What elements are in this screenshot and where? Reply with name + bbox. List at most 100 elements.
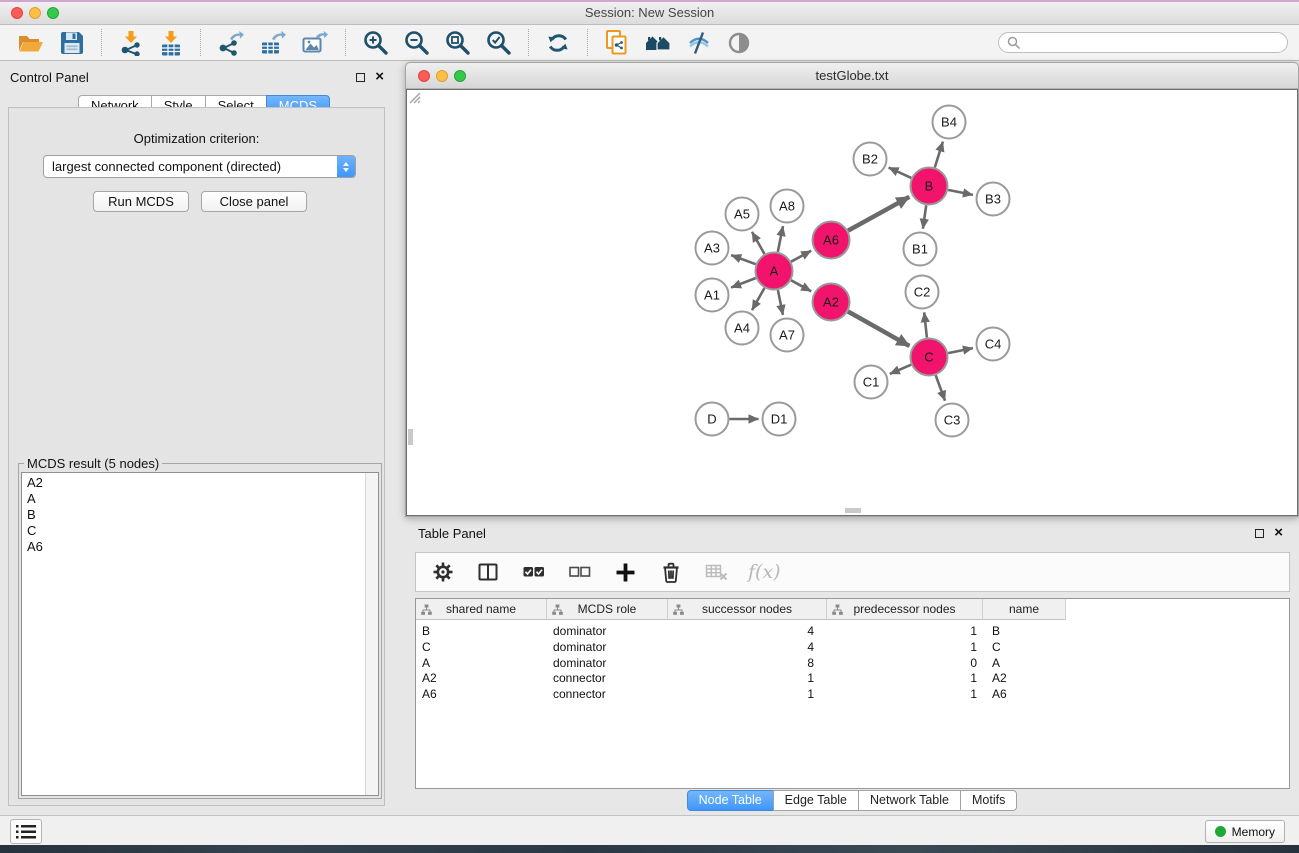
graph-edge-A2-C[interactable] <box>848 312 909 347</box>
graph-edge-A-A4[interactable] <box>752 288 765 310</box>
graph-node-B4[interactable]: B4 <box>933 106 966 139</box>
graph-edge-B-B3[interactable] <box>948 190 973 195</box>
minimize-window-button[interactable] <box>29 7 41 19</box>
table-cell[interactable]: 0 <box>827 656 983 672</box>
table-cell[interactable]: C <box>416 640 547 656</box>
column-header-predecessor-nodes[interactable]: predecessor nodes <box>827 599 983 620</box>
graph-node-A[interactable]: A <box>756 253 793 290</box>
graph-node-A1[interactable]: A1 <box>696 279 729 312</box>
table-cell[interactable]: dominator <box>547 640 668 656</box>
zoom-fit-button[interactable] <box>441 27 474 59</box>
table-cell[interactable]: connector <box>547 671 668 687</box>
delete-table-button[interactable] <box>702 556 731 588</box>
graph-edge-A-A1[interactable] <box>731 278 756 288</box>
table-cell[interactable]: A6 <box>416 687 547 703</box>
graph-node-A6[interactable]: A6 <box>813 222 850 259</box>
table-cell[interactable]: A2 <box>416 671 547 687</box>
table-cell[interactable]: A <box>416 656 547 672</box>
table-cell[interactable]: A6 <box>983 687 1066 703</box>
show-columns-button[interactable] <box>474 556 502 588</box>
graph-edge-A-A3[interactable] <box>731 255 756 264</box>
graph-node-C[interactable]: C <box>911 339 948 376</box>
graph-edge-C-C3[interactable] <box>936 375 945 400</box>
graph-node-D1[interactable]: D1 <box>763 403 796 436</box>
open-session-button[interactable] <box>14 27 48 59</box>
tab-network-table[interactable]: Network Table <box>858 790 961 811</box>
graph-node-B3[interactable]: B3 <box>977 183 1010 216</box>
result-scrollbar[interactable] <box>365 473 378 795</box>
table-cell[interactable]: 8 <box>668 656 827 672</box>
graph-node-C2[interactable]: C2 <box>906 276 939 309</box>
criterion-select[interactable]: largest connected component (directed) <box>43 155 356 178</box>
network-zoom-button[interactable] <box>454 70 466 82</box>
table-cell[interactable]: dominator <box>547 624 668 640</box>
table-row[interactable]: Bdominator41B <box>416 624 1289 640</box>
graph-node-A5[interactable]: A5 <box>726 198 759 231</box>
graph-node-A7[interactable]: A7 <box>771 319 804 352</box>
search-box[interactable] <box>998 32 1288 53</box>
column-header-shared-name[interactable]: shared name <box>416 599 547 620</box>
graph-edge-C-C1[interactable] <box>890 365 911 374</box>
network-minimize-button[interactable] <box>436 70 448 82</box>
graph-node-D[interactable]: D <box>696 403 729 436</box>
table-cell[interactable]: connector <box>547 687 668 703</box>
zoom-out-button[interactable] <box>400 27 433 59</box>
graph-node-A3[interactable]: A3 <box>696 232 729 265</box>
resize-grip-icon[interactable] <box>407 90 421 104</box>
graph-edge-A-A2[interactable] <box>791 280 811 291</box>
table-cell[interactable]: A2 <box>983 671 1066 687</box>
delete-column-button[interactable] <box>657 556 685 588</box>
zoom-window-button[interactable] <box>47 7 59 19</box>
close-table-panel-icon[interactable]: × <box>1274 527 1283 539</box>
table-cell[interactable]: 1 <box>668 687 827 703</box>
function-builder-button[interactable]: f(x) <box>748 561 781 583</box>
show-details-button[interactable] <box>723 27 755 59</box>
task-history-button[interactable] <box>10 819 42 844</box>
table-cell[interactable]: 4 <box>668 624 827 640</box>
graph-edge-A6-B[interactable] <box>848 197 909 231</box>
graph-node-A4[interactable]: A4 <box>726 312 759 345</box>
graph-edge-A-A7[interactable] <box>778 290 783 315</box>
zoom-in-button[interactable] <box>359 27 392 59</box>
graph-edge-A-A6[interactable] <box>791 251 811 262</box>
graph-edge-B-B4[interactable] <box>935 142 943 168</box>
graph-node-B1[interactable]: B1 <box>904 233 937 266</box>
zoom-selected-button[interactable] <box>482 27 515 59</box>
tab-edge-table[interactable]: Edge Table <box>773 790 859 811</box>
select-all-button[interactable] <box>519 556 548 588</box>
table-cell[interactable]: C <box>983 640 1066 656</box>
import-network-button[interactable] <box>115 27 147 59</box>
graph-node-A8[interactable]: A8 <box>771 190 804 223</box>
table-cell[interactable]: 4 <box>668 640 827 656</box>
table-cell[interactable]: 1 <box>827 640 983 656</box>
graph-edge-B-B2[interactable] <box>889 168 912 178</box>
run-mcds-button[interactable]: Run MCDS <box>93 191 189 212</box>
mcds-result-list[interactable]: A2ABCA6 <box>21 472 379 796</box>
deselect-all-button[interactable] <box>565 556 594 588</box>
column-header-MCDS-role[interactable]: MCDS role <box>547 599 668 620</box>
table-cell[interactable]: dominator <box>547 656 668 672</box>
table-cell[interactable]: 1 <box>827 671 983 687</box>
table-cell[interactable]: B <box>416 624 547 640</box>
table-cell[interactable]: B <box>983 624 1066 640</box>
graph-edge-B-B1[interactable] <box>923 205 926 228</box>
graph-node-C1[interactable]: C1 <box>855 366 888 399</box>
network-close-button[interactable] <box>418 70 430 82</box>
graph-node-B2[interactable]: B2 <box>854 143 887 176</box>
graph-node-C4[interactable]: C4 <box>977 328 1010 361</box>
mcds-result-item[interactable]: A2 <box>22 475 378 491</box>
mcds-result-item[interactable]: A6 <box>22 539 378 555</box>
graph-edge-A-A8[interactable] <box>778 226 783 252</box>
mcds-result-item[interactable]: A <box>22 491 378 507</box>
export-image-button[interactable] <box>298 27 332 59</box>
canvas-vertical-scrollbar[interactable] <box>408 429 413 445</box>
graph-edge-C-C4[interactable] <box>948 348 973 353</box>
float-table-panel-icon[interactable] <box>1255 529 1264 538</box>
export-network-button[interactable] <box>214 27 248 59</box>
graph-edge-A-A5[interactable] <box>752 232 765 254</box>
table-row[interactable]: Adominator80A <box>416 656 1289 672</box>
copy-view-button[interactable] <box>601 27 633 59</box>
memory-button[interactable]: Memory <box>1205 820 1285 843</box>
table-cell[interactable]: 1 <box>827 687 983 703</box>
float-panel-icon[interactable] <box>356 73 365 82</box>
